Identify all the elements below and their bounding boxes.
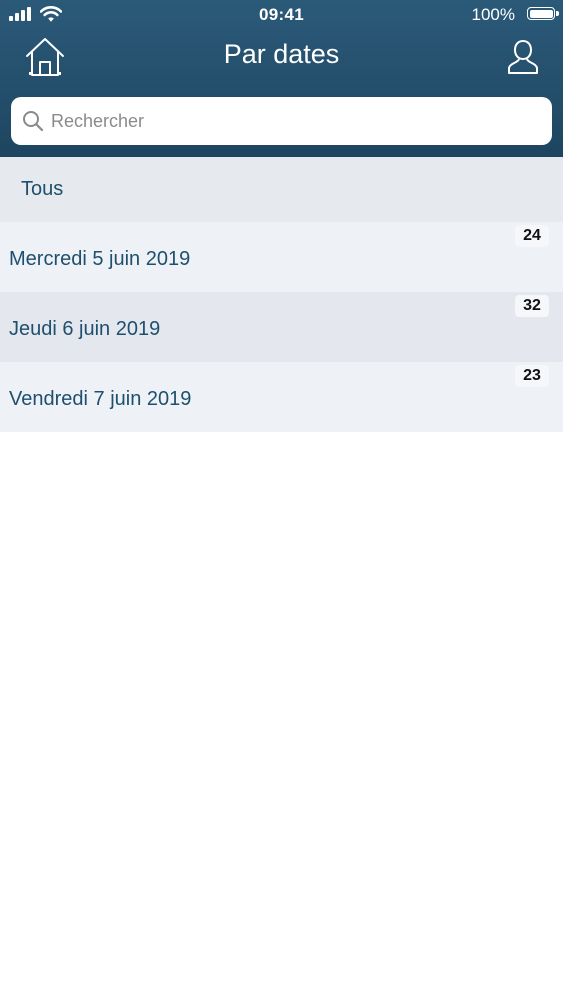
list-item-label: Mercredi 5 juin 2019 xyxy=(9,248,191,270)
list-item[interactable]: Mercredi 5 juin 2019 24 xyxy=(0,222,563,292)
profile-button[interactable] xyxy=(505,38,541,76)
status-bar: 09:41 100% xyxy=(0,0,563,30)
count-badge: 24 xyxy=(515,225,549,247)
app-header: 09:41 100% Par dates xyxy=(0,0,563,157)
list-item[interactable]: Vendredi 7 juin 2019 23 xyxy=(0,362,563,432)
list-item-label: Tous xyxy=(21,178,64,200)
home-button[interactable] xyxy=(24,36,66,78)
list-item[interactable]: Jeudi 6 juin 2019 32 xyxy=(0,292,563,362)
date-list: Tous Mercredi 5 juin 2019 24 Jeudi 6 jui… xyxy=(0,157,563,432)
home-icon xyxy=(26,38,64,76)
navigation-bar: Par dates xyxy=(0,30,563,87)
search-bar xyxy=(11,97,552,145)
battery-percentage: 100% xyxy=(471,5,515,24)
battery-icon xyxy=(527,7,559,20)
list-item-label: Vendredi 7 juin 2019 xyxy=(9,388,192,410)
count-badge: 32 xyxy=(515,295,549,317)
list-item-label: Jeudi 6 juin 2019 xyxy=(9,318,161,340)
search-input[interactable] xyxy=(51,97,541,145)
user-icon xyxy=(508,39,538,74)
count-badge: 23 xyxy=(515,365,549,387)
search-icon xyxy=(23,111,44,132)
page-title: Par dates xyxy=(223,39,340,69)
list-item-all[interactable]: Tous xyxy=(0,157,563,222)
